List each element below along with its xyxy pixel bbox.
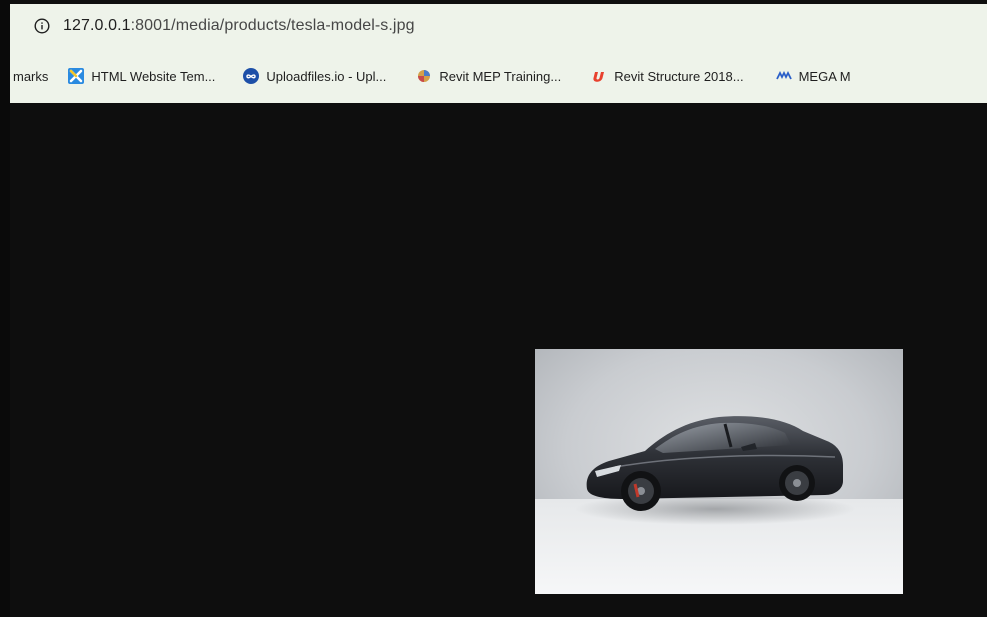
car-photo-graphic — [535, 349, 903, 594]
info-icon[interactable] — [33, 17, 51, 35]
bookmark-revit-mep-training[interactable]: Revit MEP Training... — [416, 62, 561, 90]
colorful-orb-icon — [416, 68, 432, 84]
url-host: 127.0.0.1 — [63, 17, 131, 34]
bookmark-uploadfiles[interactable]: Uploadfiles.io - Upl... — [243, 62, 386, 90]
bookmark-label: HTML Website Tem... — [91, 68, 216, 84]
bookmark-label: Uploadfiles.io - Upl... — [266, 68, 387, 84]
bookmark-mega[interactable]: MEGA M — [775, 62, 851, 90]
page-viewport — [10, 103, 987, 617]
infinity-cloud-icon — [243, 68, 260, 84]
bookmark-label: Revit Structure 2018... — [614, 68, 744, 84]
bookmark-label: marks — [13, 68, 49, 84]
bookmark-revit-structure[interactable]: Revit Structure 2018... — [591, 62, 744, 90]
window-edge — [0, 0, 10, 617]
browser-chrome: 127.0.0.1:8001/media/products/tesla-mode… — [10, 4, 987, 103]
bookmark-label: MEGA M — [798, 68, 851, 84]
udemy-u-icon — [591, 68, 607, 84]
bookmarks-bar: marks HTML Website Tem... Uploadfiles.io… — [10, 59, 987, 93]
blue-x-logo-icon — [68, 68, 85, 84]
bookmark-label: Revit MEP Training... — [439, 68, 562, 84]
address-bar[interactable]: 127.0.0.1:8001/media/products/tesla-mode… — [10, 4, 987, 48]
mega-logo-icon — [775, 68, 792, 84]
bookmark-html-website-templates[interactable]: HTML Website Tem... — [68, 62, 215, 90]
browser-window: 127.0.0.1:8001/media/products/tesla-mode… — [0, 0, 987, 617]
url-text[interactable]: 127.0.0.1:8001/media/products/tesla-mode… — [63, 17, 415, 35]
bookmark-all-bookmarks[interactable]: marks — [10, 62, 48, 90]
url-path: :8001/media/products/tesla-model-s.jpg — [130, 17, 415, 34]
car-photo[interactable] — [535, 349, 903, 594]
